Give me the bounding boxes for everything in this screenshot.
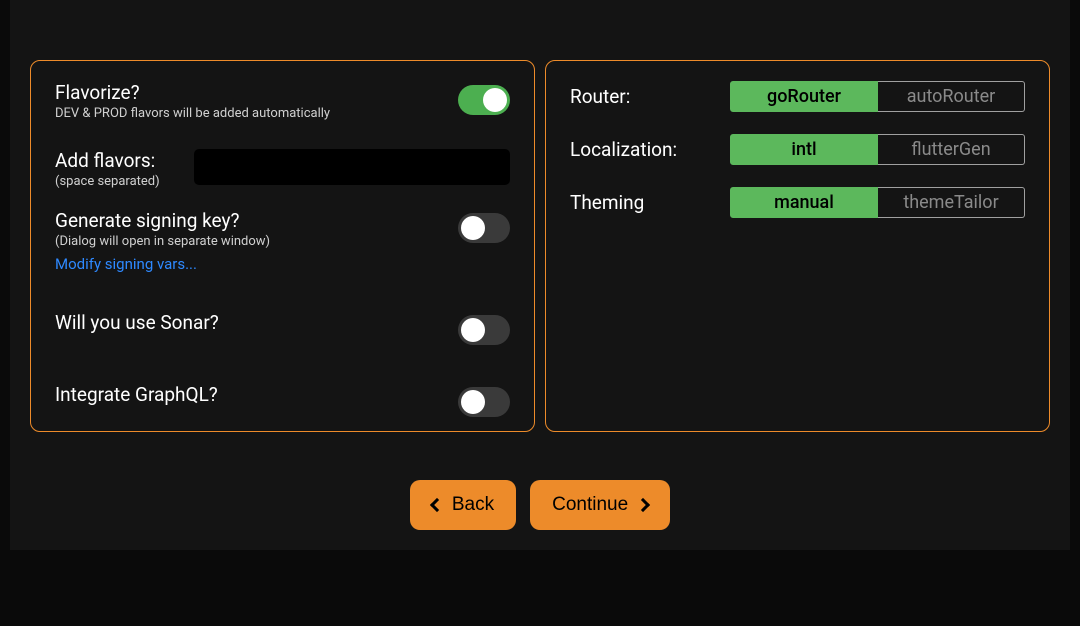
add-flavors-input[interactable] bbox=[194, 149, 510, 185]
panels-container: Flavorize? DEV & PROD flavors will be ad… bbox=[30, 60, 1050, 432]
flavorize-toggle[interactable] bbox=[458, 85, 510, 115]
right-panel: Router: goRouter autoRouter Localization… bbox=[545, 60, 1050, 432]
router-row: Router: goRouter autoRouter bbox=[570, 81, 1025, 112]
flavorize-title: Flavorize? bbox=[55, 81, 330, 104]
toggle-knob-icon bbox=[461, 390, 485, 414]
graphql-row: Integrate GraphQL? bbox=[55, 383, 510, 417]
localization-option-fluttergen[interactable]: flutterGen bbox=[878, 134, 1025, 165]
add-flavors-label-group: Add flavors: (space separated) bbox=[55, 149, 180, 189]
theming-option-themetailor[interactable]: themeTailor bbox=[878, 187, 1025, 218]
back-button-label: Back bbox=[452, 494, 494, 516]
flavorize-subtitle: DEV & PROD flavors will be added automat… bbox=[55, 106, 330, 121]
signing-key-row: Generate signing key? (Dialog will open … bbox=[55, 209, 510, 273]
graphql-text: Integrate GraphQL? bbox=[55, 383, 218, 406]
toggle-knob-icon bbox=[461, 318, 485, 342]
add-flavors-row: Add flavors: (space separated) bbox=[55, 149, 510, 189]
sonar-toggle[interactable] bbox=[458, 315, 510, 345]
signing-key-title: Generate signing key? bbox=[55, 209, 270, 232]
wizard-page: Flavorize? DEV & PROD flavors will be ad… bbox=[10, 0, 1070, 550]
add-flavors-title: Add flavors: bbox=[55, 149, 180, 172]
sonar-text: Will you use Sonar? bbox=[55, 311, 219, 334]
graphql-title: Integrate GraphQL? bbox=[55, 383, 218, 406]
graphql-toggle[interactable] bbox=[458, 387, 510, 417]
localization-row: Localization: intl flutterGen bbox=[570, 134, 1025, 165]
button-row: Back Continue bbox=[410, 480, 670, 530]
localization-option-intl[interactable]: intl bbox=[730, 134, 878, 165]
theming-segmented-control: manual themeTailor bbox=[730, 187, 1025, 218]
router-segmented-control: goRouter autoRouter bbox=[730, 81, 1025, 112]
theming-option-manual[interactable]: manual bbox=[730, 187, 878, 218]
flavorize-row: Flavorize? DEV & PROD flavors will be ad… bbox=[55, 81, 510, 121]
router-option-autorouter[interactable]: autoRouter bbox=[878, 81, 1025, 112]
sonar-row: Will you use Sonar? bbox=[55, 311, 510, 345]
chevron-right-icon bbox=[636, 498, 650, 512]
toggle-knob-icon bbox=[461, 216, 485, 240]
signing-key-subtitle: (Dialog will open in separate window) bbox=[55, 234, 270, 249]
flavorize-text: Flavorize? DEV & PROD flavors will be ad… bbox=[55, 81, 330, 121]
theming-label: Theming bbox=[570, 191, 730, 214]
theming-row: Theming manual themeTailor bbox=[570, 187, 1025, 218]
back-button[interactable]: Back bbox=[410, 480, 516, 530]
router-label: Router: bbox=[570, 85, 730, 108]
add-flavors-subtitle: (space separated) bbox=[55, 174, 180, 189]
continue-button-label: Continue bbox=[552, 494, 628, 516]
left-panel: Flavorize? DEV & PROD flavors will be ad… bbox=[30, 60, 535, 432]
toggle-knob-icon bbox=[483, 88, 507, 112]
sonar-title: Will you use Sonar? bbox=[55, 311, 219, 334]
modify-signing-vars-link[interactable]: Modify signing vars... bbox=[55, 255, 270, 273]
signing-key-text: Generate signing key? (Dialog will open … bbox=[55, 209, 270, 273]
chevron-left-icon bbox=[430, 498, 444, 512]
localization-segmented-control: intl flutterGen bbox=[730, 134, 1025, 165]
continue-button[interactable]: Continue bbox=[530, 480, 670, 530]
localization-label: Localization: bbox=[570, 138, 730, 161]
router-option-gorouter[interactable]: goRouter bbox=[730, 81, 878, 112]
signing-key-toggle[interactable] bbox=[458, 213, 510, 243]
